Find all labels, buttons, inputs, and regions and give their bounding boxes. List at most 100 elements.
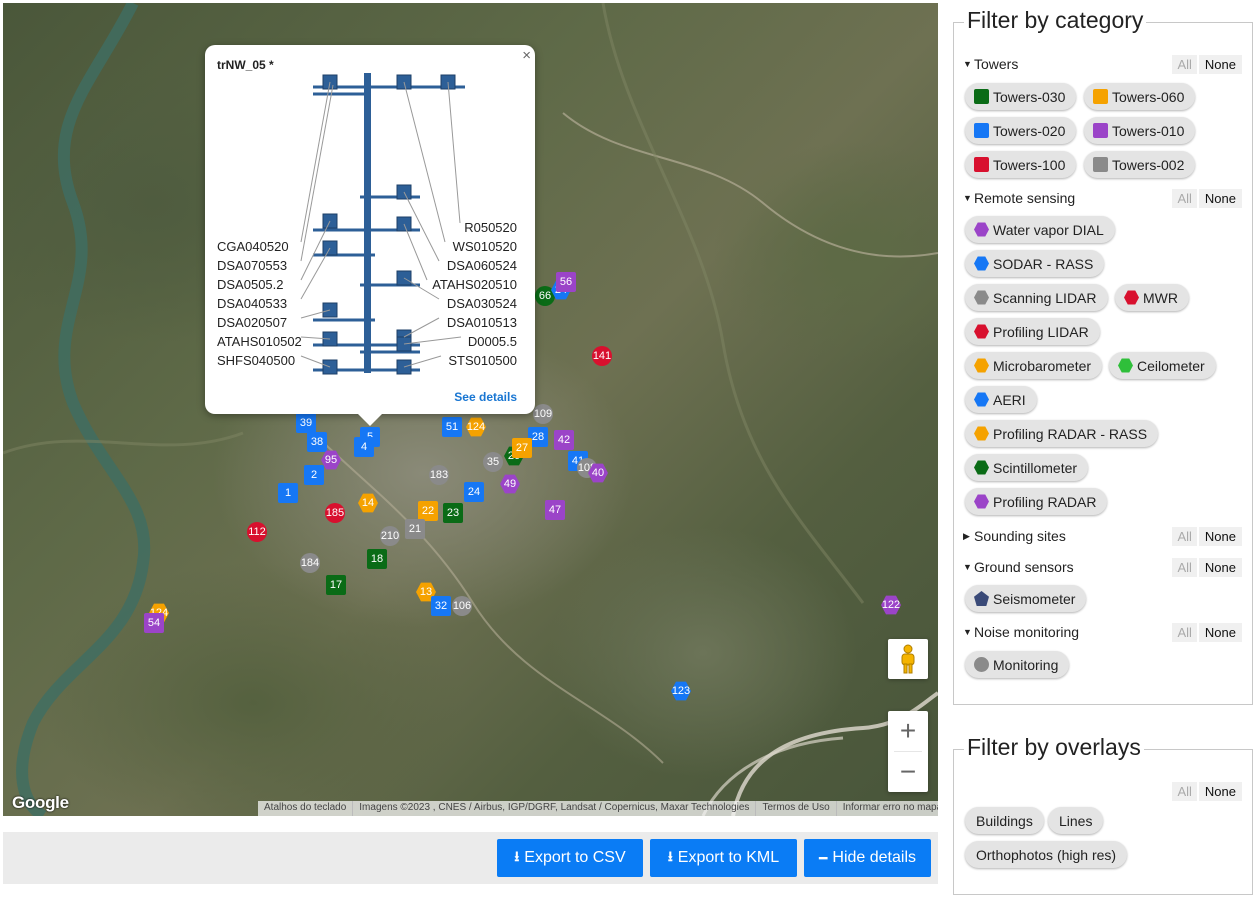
chip-scintillometer[interactable]: Scintillometer: [965, 454, 1089, 481]
map-marker[interactable]: 18: [367, 549, 387, 569]
hexagon-icon: [974, 358, 989, 373]
chip-label: Scintillometer: [993, 459, 1078, 476]
map-marker[interactable]: 210: [380, 526, 400, 546]
street-view-pegman[interactable]: [888, 639, 928, 679]
caret-right-icon: ▶: [963, 530, 970, 541]
chip-label: Ceilometer: [1137, 357, 1205, 374]
chip-label: Seismometer: [993, 590, 1076, 607]
map-marker[interactable]: 42: [554, 430, 574, 450]
map-marker[interactable]: 106: [452, 596, 472, 616]
map-marker[interactable]: 23: [443, 503, 463, 523]
chip-label: Orthophotos (high res): [976, 846, 1117, 863]
map-marker[interactable]: 17: [326, 575, 346, 595]
hide-details-button[interactable]: ━ Hide details: [804, 839, 931, 877]
none-button[interactable]: None: [1198, 558, 1242, 577]
noise-all-none: All None: [1172, 623, 1242, 642]
keyboard-shortcuts-link[interactable]: Atalhos do teclado: [258, 801, 352, 816]
sensor-label: DSA070553: [217, 258, 288, 273]
chip-sodar-rass[interactable]: SODAR - RASS: [965, 250, 1105, 277]
map-marker[interactable]: 27: [512, 438, 532, 458]
chip-scanning-lidar[interactable]: Scanning LIDAR: [965, 284, 1108, 311]
category-panel-title: Filter by category: [964, 7, 1147, 34]
map-marker[interactable]: 185: [325, 503, 345, 523]
terms-link[interactable]: Termos de Uso: [755, 801, 835, 816]
map-marker[interactable]: 21: [405, 519, 425, 539]
section-towers[interactable]: ▼ Towers: [963, 56, 1018, 72]
all-button[interactable]: All: [1172, 527, 1197, 546]
square-icon: [1093, 123, 1108, 138]
chip-label: SODAR - RASS: [993, 255, 1094, 272]
pentagon-icon: [974, 591, 989, 606]
section-remote-sensing[interactable]: ▼ Remote sensing: [963, 190, 1075, 206]
map-marker[interactable]: 32: [431, 596, 451, 616]
export-csv-label: Export to CSV: [524, 849, 626, 866]
chip-towers-100[interactable]: Towers-100: [965, 151, 1077, 178]
map-marker[interactable]: 2: [304, 465, 324, 485]
map-marker[interactable]: 22: [418, 501, 438, 521]
chip-profiling-radar-rass[interactable]: Profiling RADAR - RASS: [965, 420, 1159, 447]
map-marker[interactable]: 183: [429, 465, 449, 485]
chip-towers-030[interactable]: Towers-030: [965, 83, 1077, 110]
map-marker[interactable]: 39: [296, 413, 316, 433]
sounding-all-none: All None: [1172, 527, 1242, 546]
map-marker[interactable]: 1: [278, 483, 298, 503]
chip-monitoring[interactable]: Monitoring: [965, 651, 1070, 678]
remote-sensing-all-none: All None: [1172, 189, 1242, 208]
chip-buildings[interactable]: Buildings: [965, 807, 1044, 834]
chip-lines[interactable]: Lines: [1048, 807, 1104, 834]
map-marker[interactable]: 56: [556, 272, 576, 292]
chip-towers-010[interactable]: Towers-010: [1084, 117, 1196, 144]
sensor-label: WS010520: [452, 239, 517, 254]
hexagon-icon: [974, 426, 989, 441]
chip-towers-002[interactable]: Towers-002: [1084, 151, 1196, 178]
none-button[interactable]: None: [1198, 55, 1242, 74]
export-kml-button[interactable]: ⭳ Export to KML: [650, 839, 797, 877]
section-ground-sensors[interactable]: ▼ Ground sensors: [963, 559, 1074, 575]
none-button[interactable]: None: [1198, 527, 1242, 546]
map[interactable]: 39 38 5 4 51 124 28 42 26 27 109 95 41 1…: [3, 3, 938, 816]
none-button[interactable]: None: [1198, 623, 1242, 642]
chip-profiling-radar[interactable]: Profiling RADAR: [965, 488, 1108, 515]
map-marker[interactable]: 24: [464, 482, 484, 502]
map-marker[interactable]: 112: [247, 522, 267, 542]
none-button[interactable]: None: [1198, 189, 1242, 208]
chip-aeri[interactable]: AERI: [965, 386, 1037, 413]
chip-label: Towers-100: [993, 156, 1066, 173]
section-sounding-sites[interactable]: ▶ Sounding sites: [963, 528, 1066, 544]
map-marker[interactable]: 47: [545, 500, 565, 520]
map-marker[interactable]: 184: [300, 553, 320, 573]
caret-down-icon: ▼: [963, 562, 972, 572]
all-button[interactable]: All: [1172, 623, 1197, 642]
report-error-link[interactable]: Informar erro no mapa: [835, 801, 938, 816]
towers-all-none: All None: [1172, 55, 1242, 74]
map-marker[interactable]: 38: [307, 432, 327, 452]
section-noise-monitoring[interactable]: ▼ Noise monitoring: [963, 624, 1079, 640]
download-icon: ⭳: [667, 848, 673, 864]
all-button[interactable]: All: [1172, 782, 1197, 801]
chip-water-vapor-dial[interactable]: Water vapor DIAL: [965, 216, 1115, 243]
chip-mwr[interactable]: MWR: [1115, 284, 1189, 311]
zoom-out-button[interactable]: −: [888, 752, 928, 792]
map-marker[interactable]: 51: [442, 417, 462, 437]
map-marker[interactable]: 141: [592, 346, 612, 366]
map-marker[interactable]: 35: [483, 452, 503, 472]
all-button[interactable]: All: [1172, 558, 1197, 577]
export-csv-button[interactable]: ⭳ Export to CSV: [497, 839, 643, 877]
chip-towers-060[interactable]: Towers-060: [1084, 83, 1196, 110]
see-details-link[interactable]: See details: [454, 390, 517, 404]
chip-seismometer[interactable]: Seismometer: [965, 585, 1087, 612]
chip-orthophotos[interactable]: Orthophotos (high res): [965, 841, 1128, 868]
chip-profiling-lidar[interactable]: Profiling LIDAR: [965, 318, 1100, 345]
hexagon-icon: [1118, 358, 1133, 373]
minus-icon: ━: [818, 849, 828, 866]
all-button[interactable]: All: [1172, 55, 1197, 74]
map-marker[interactable]: 4: [354, 437, 374, 457]
chip-ceilometer[interactable]: Ceilometer: [1109, 352, 1216, 379]
map-marker[interactable]: 54: [144, 613, 164, 633]
map-marker[interactable]: 109: [533, 404, 553, 424]
chip-microbarometer[interactable]: Microbarometer: [965, 352, 1103, 379]
zoom-in-button[interactable]: +: [888, 711, 928, 751]
all-button[interactable]: All: [1172, 189, 1197, 208]
none-button[interactable]: None: [1198, 782, 1242, 801]
chip-towers-020[interactable]: Towers-020: [965, 117, 1077, 144]
